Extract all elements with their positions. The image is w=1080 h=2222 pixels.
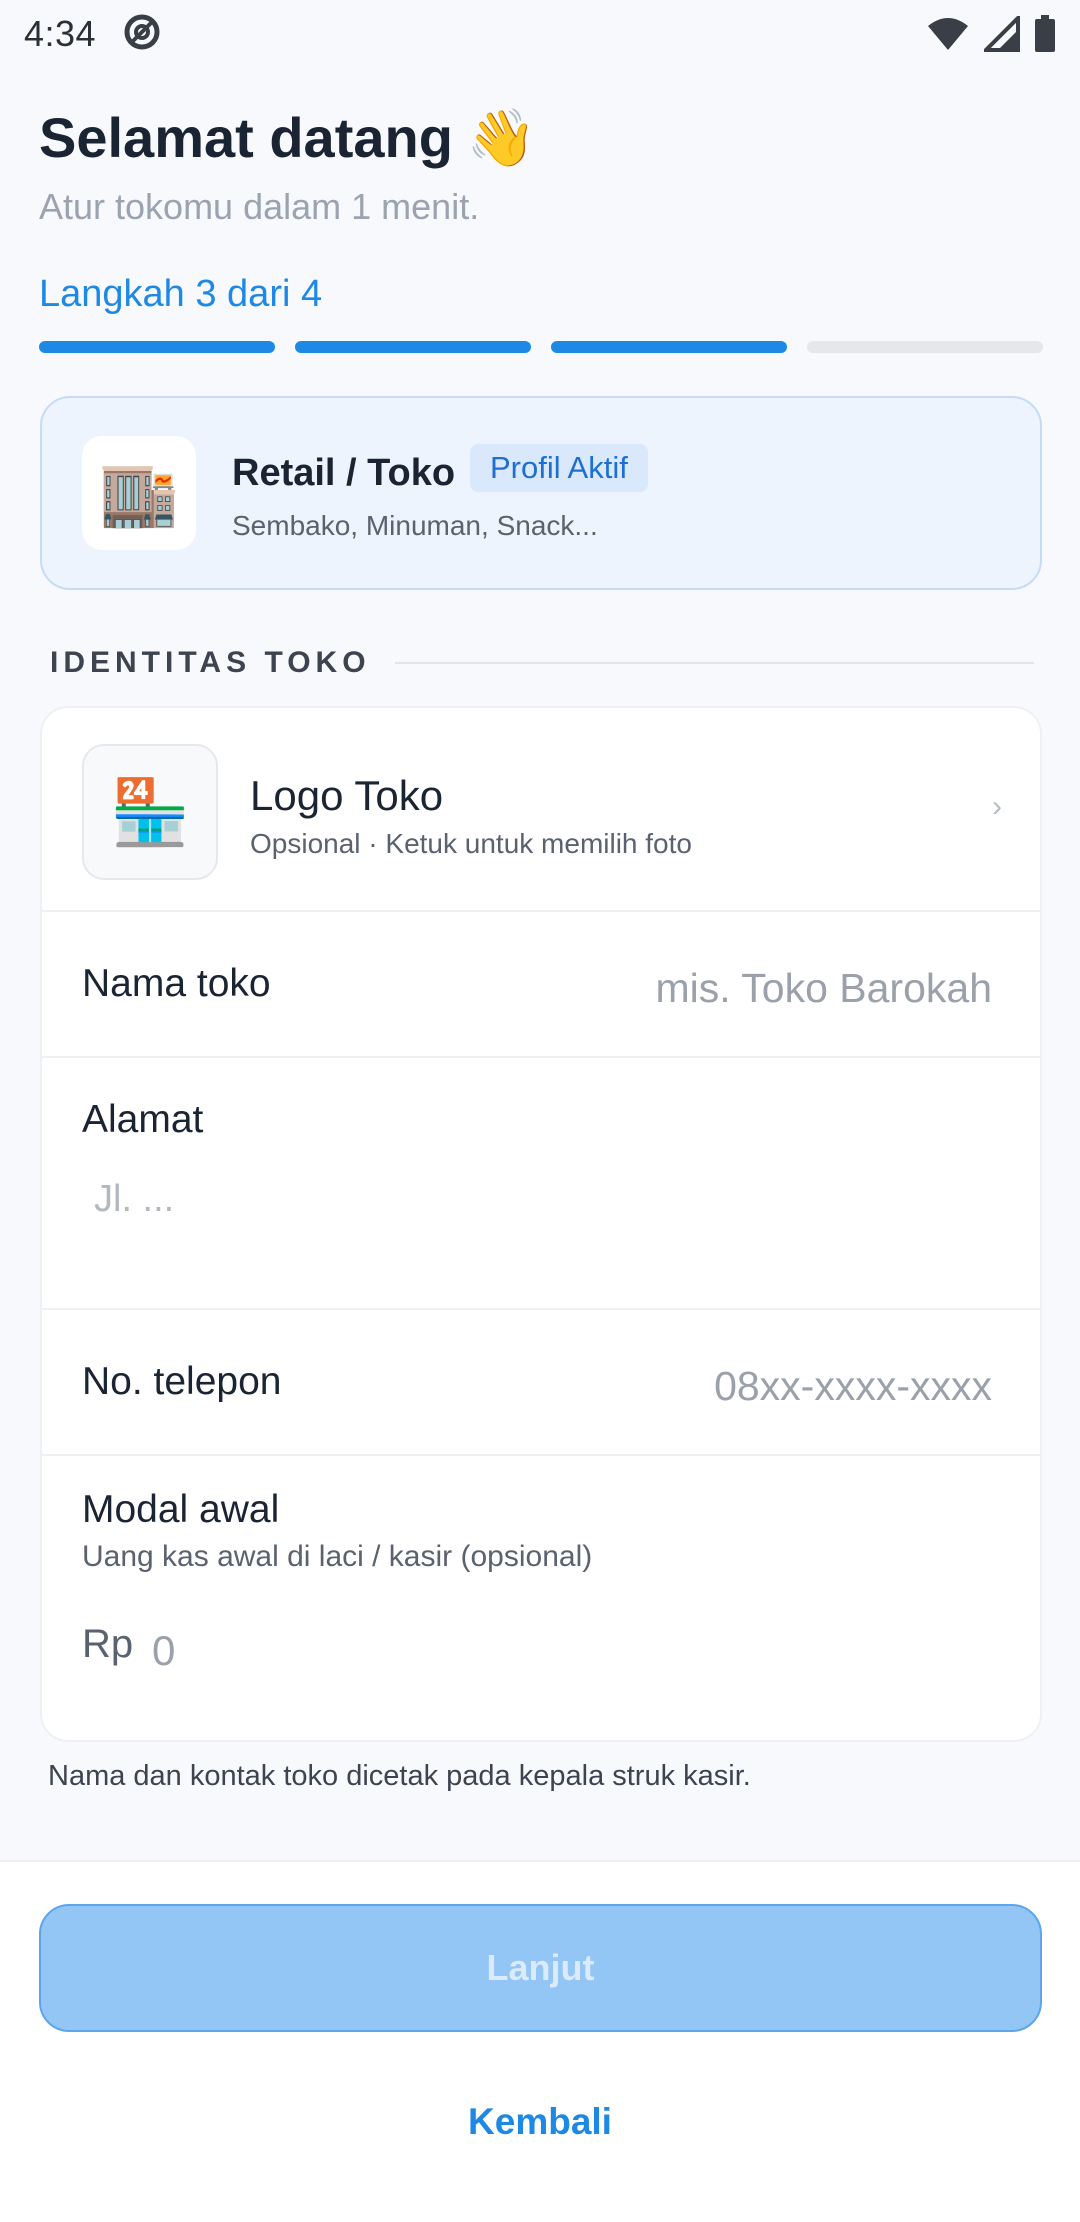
progress-segment-4 [807, 341, 1043, 353]
progress-segment-1 [39, 341, 275, 353]
section-header: IDENTITAS TOKO [50, 646, 1034, 680]
bottom-action-bar: Lanjut Kembali [0, 1860, 1080, 2222]
initial-capital-row: Modal awal Uang kas awal di laci / kasir… [42, 1456, 1040, 1740]
phone-label: No. telepon [82, 1360, 282, 1403]
section-title: IDENTITAS TOKO [50, 646, 371, 679]
progress-segment-2 [295, 341, 531, 353]
status-bar: 4:34 [0, 0, 1080, 68]
phone-input[interactable] [430, 1358, 994, 1414]
receipt-footnote: Nama dan kontak toko dicetak pada kepala… [48, 1760, 751, 1792]
store-name-label: Nama toko [82, 962, 271, 1005]
step-label: Langkah 3 dari 4 [39, 273, 323, 315]
chevron-right-icon: › [992, 790, 1002, 823]
address-input[interactable] [92, 1176, 976, 1260]
status-time: 4:34 [24, 13, 97, 54]
profile-status-badge: Profil Aktif [470, 444, 648, 492]
profile-name: Retail / Toko [232, 452, 456, 494]
address-row: Alamat [42, 1058, 1040, 1310]
waving-hand-icon: 👋 [466, 105, 537, 169]
wifi-icon [926, 16, 970, 52]
status-left: 4:34 [24, 12, 162, 57]
signal-icon [984, 16, 1020, 52]
back-button[interactable]: Kembali [340, 2090, 740, 2154]
currency-prefix: Rp [82, 1622, 134, 1666]
logo-title: Logo Toko [250, 772, 444, 819]
step-progress-bar [39, 341, 1043, 355]
initial-capital-subtitle: Uang kas awal di laci / kasir (opsional) [82, 1540, 593, 1573]
initial-capital-input[interactable] [150, 1620, 654, 1682]
logo-subtitle: Opsional · Ketuk untuk memilih foto [250, 828, 692, 859]
page-subtitle: Atur tokomu dalam 1 menit. [39, 186, 480, 227]
store-name-row: Nama toko [42, 912, 1040, 1058]
initial-capital-label: Modal awal [82, 1488, 280, 1531]
battery-icon [1034, 15, 1056, 53]
title-row: Selamat datang 👋 [39, 105, 537, 170]
convenience-store-icon: 🏪 [82, 744, 218, 880]
address-label: Alamat [82, 1098, 204, 1141]
page-title: Selamat datang [39, 106, 453, 169]
status-right [926, 15, 1056, 53]
section-divider [394, 662, 1034, 664]
profile-description: Sembako, Minuman, Snack... [232, 510, 598, 541]
department-store-icon: 🏬 [82, 436, 196, 550]
active-profile-card[interactable]: 🏬 Retail / Toko Profil Aktif Sembako, Mi… [40, 396, 1042, 590]
logo-picker-row[interactable]: 🏪 Logo Toko Opsional · Ketuk untuk memil… [42, 708, 1040, 912]
store-identity-form: 🏪 Logo Toko Opsional · Ketuk untuk memil… [40, 706, 1042, 1742]
progress-segment-3 [551, 341, 787, 353]
store-name-input[interactable] [430, 960, 994, 1016]
at-sign-icon [122, 12, 162, 57]
next-button[interactable]: Lanjut [39, 1904, 1042, 2032]
phone-row: No. telepon [42, 1310, 1040, 1456]
